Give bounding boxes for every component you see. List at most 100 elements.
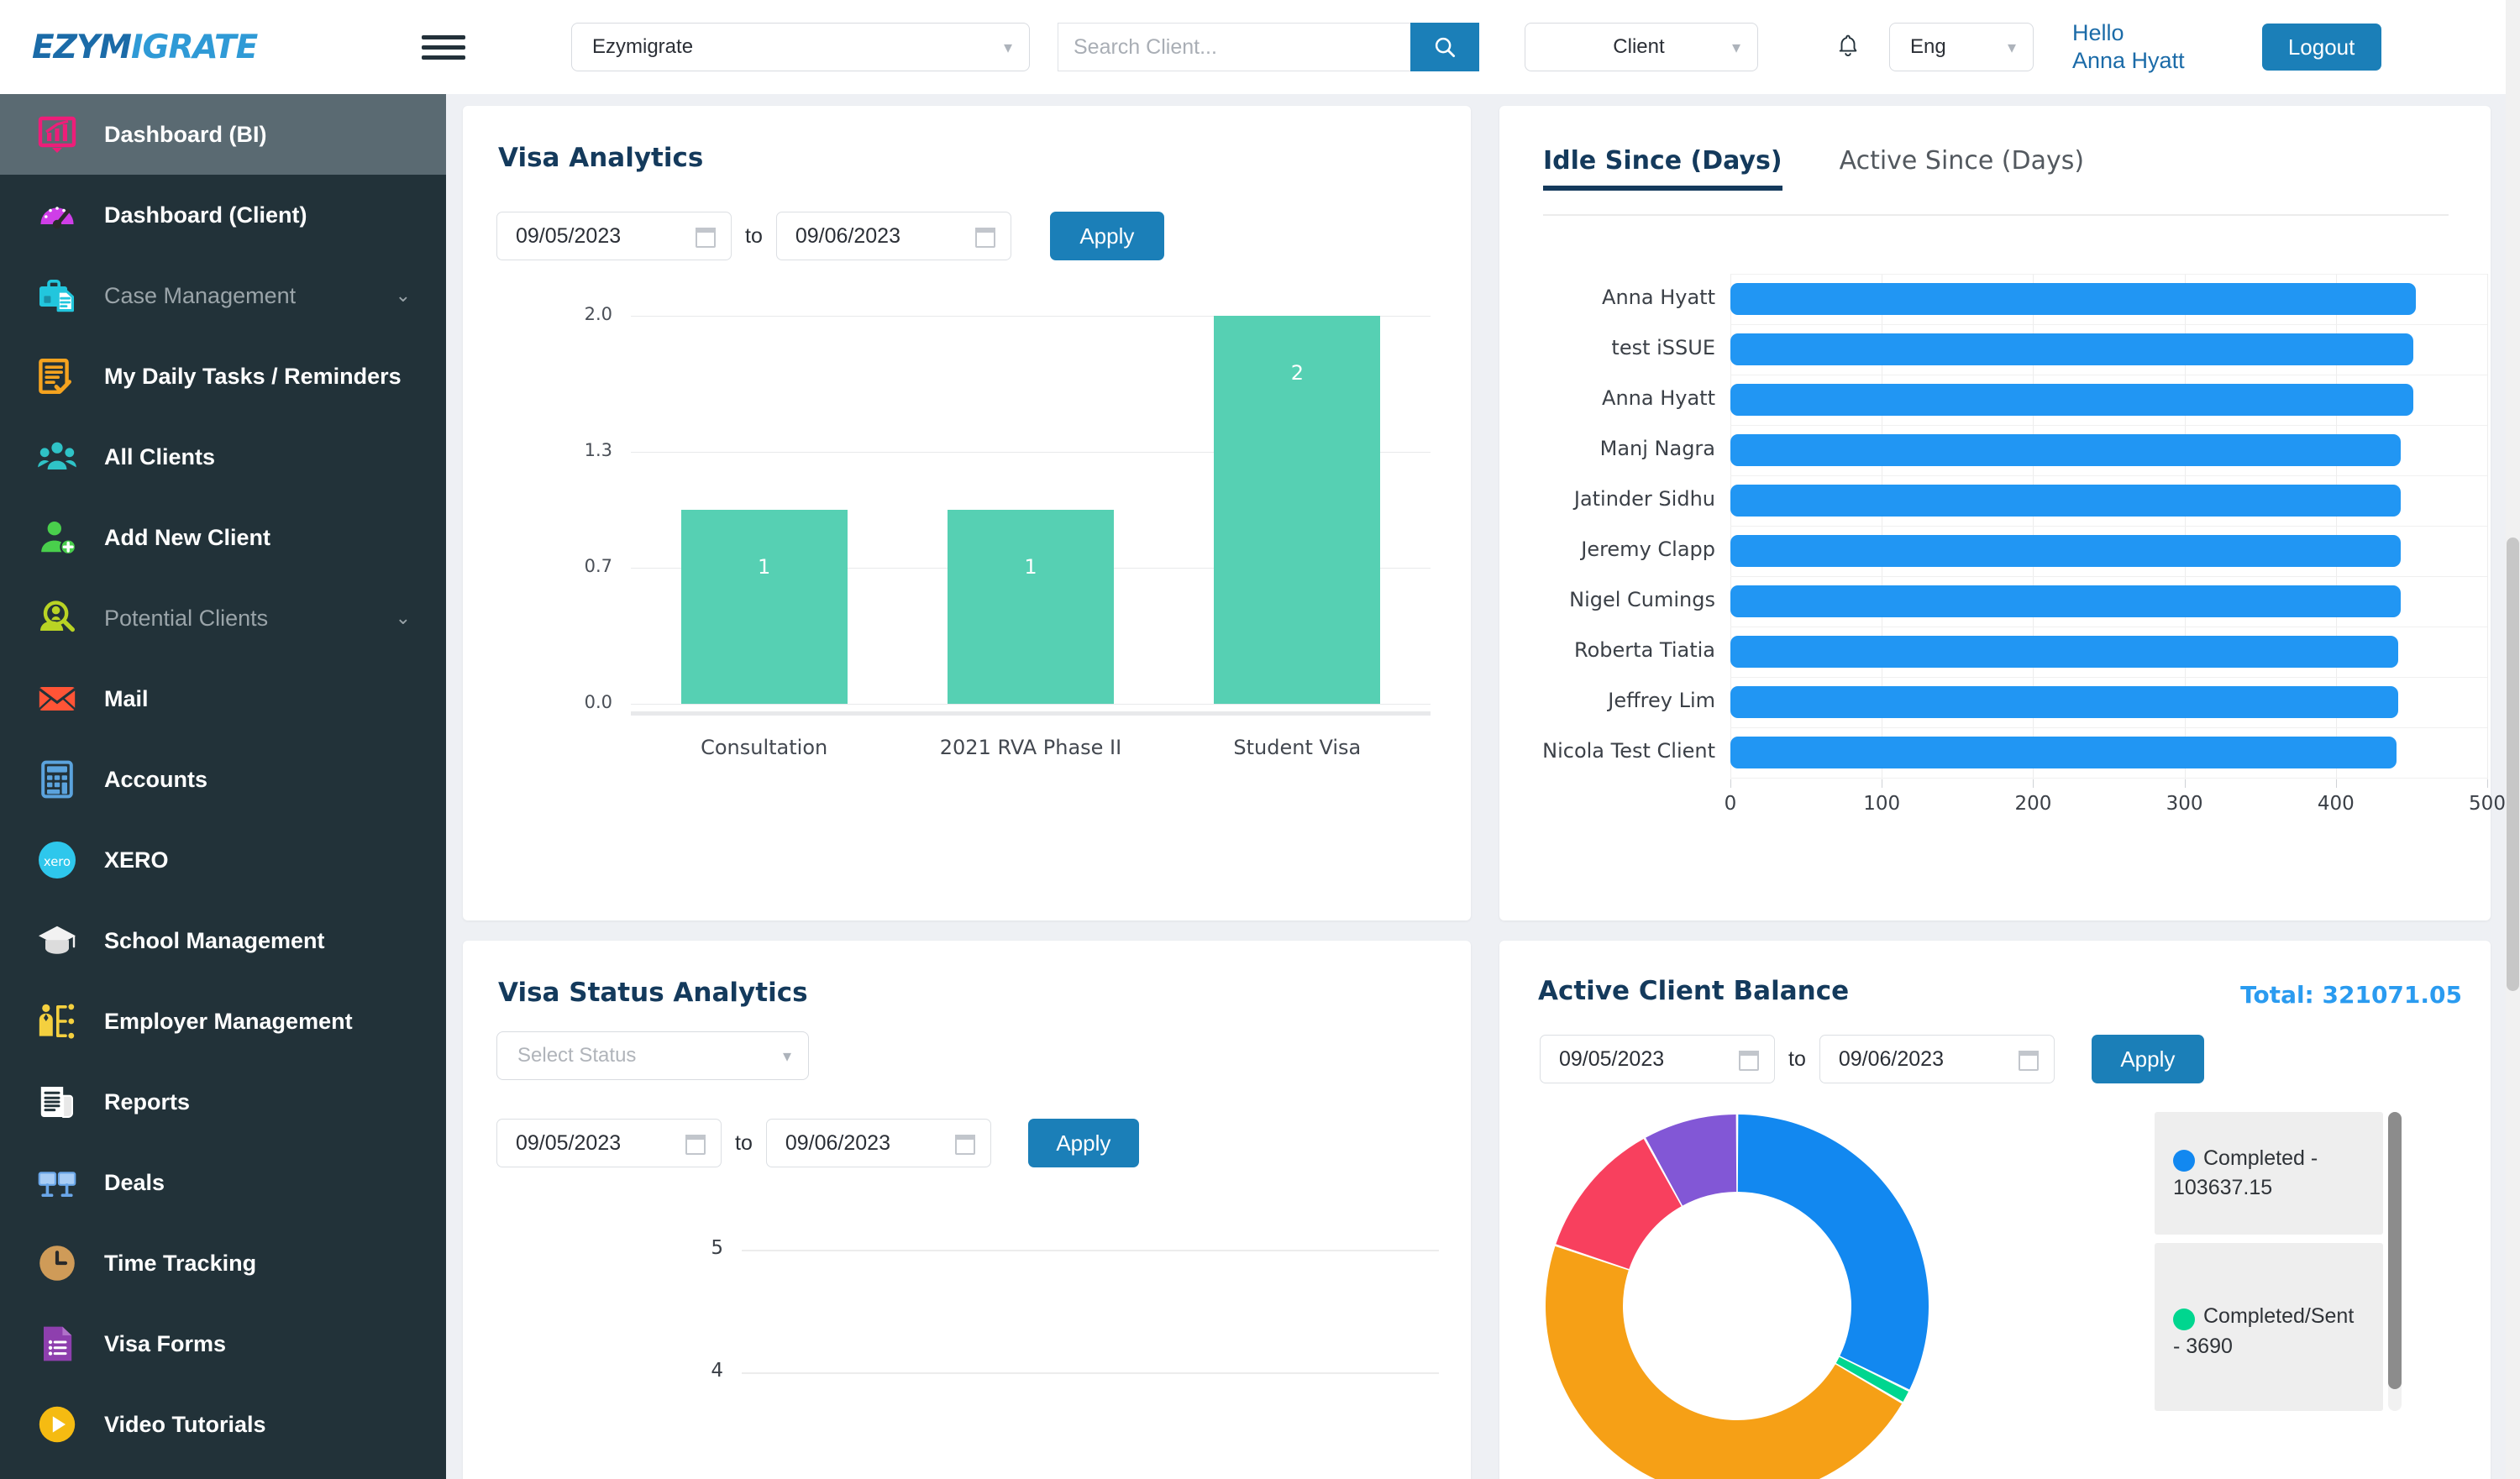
x-axis-tick-label: 300 [2166,793,2203,815]
visa-status-analytics-card: Visa Status Analytics Select Status ▾ 09… [463,941,1471,1479]
active-client-balance-card: Active Client Balance Total: 321071.05 0… [1499,941,2491,1479]
bar[interactable] [1730,737,2397,768]
legend-item[interactable]: Completed/Sent - 3690 [2155,1243,2383,1411]
logo-text: EZYMIGRATE [32,29,258,66]
bar[interactable] [1730,384,2413,416]
chevron-down-icon[interactable]: ⌄ [396,286,411,307]
svg-text:xero: xero [44,855,71,869]
sidebar-item-add-new-client[interactable]: Add New Client [0,497,446,578]
bar[interactable] [948,510,1114,704]
hamburger-icon[interactable] [422,29,465,66]
page-scrollbar-thumb[interactable] [2507,538,2519,991]
task-list-icon [35,354,79,398]
gauge-icon [35,193,79,237]
bar[interactable] [680,510,848,704]
user-greeting[interactable]: Hello Anna Hyatt [2072,19,2185,75]
xero-icon: xero [35,838,79,882]
play-circle-icon [35,1403,79,1446]
greeting-username: Anna Hyatt [2072,48,2185,73]
sidebar-item-case-management[interactable]: Case Management ⌄ [0,255,446,336]
calendar-header [1739,1051,1759,1056]
search-button[interactable] [1410,23,1479,71]
bar[interactable] [1730,434,2402,466]
sidebar-item-dashboard-bi[interactable]: Dashboard (BI) [0,94,446,175]
donut-slice[interactable] [1737,1114,1929,1390]
employer-icon [35,999,79,1043]
row-separator [1730,778,2487,779]
sidebar-item-label: Dashboard (BI) [104,121,267,147]
balance-date-to-input[interactable]: 09/06/2023 [1819,1035,2055,1083]
sidebar-item-my-daily-tasks-reminders[interactable]: My Daily Tasks / Reminders [0,336,446,417]
sidebar-item-label: XERO [104,847,169,873]
x-axis-line [631,711,1431,716]
sidebar-item-time-tracking[interactable]: Time Tracking [0,1223,446,1303]
row-separator [1730,425,2487,426]
company-select[interactable]: Ezymigrate ▾ [571,23,1030,71]
row-separator [1730,526,2487,527]
notifications-button[interactable] [1832,29,1864,66]
sidebar-item-visa-forms[interactable]: Visa Forms [0,1303,446,1384]
bar[interactable] [1730,283,2417,315]
y-axis-tick-label: Anna Hyatt [1602,386,1715,410]
x-axis-tick-label: 200 [2014,793,2052,815]
bar[interactable] [1730,485,2402,517]
sidebar-item-label: Video Tutorials [104,1411,266,1437]
row-separator [1730,677,2487,678]
sidebar-item-accounts[interactable]: Accounts [0,739,446,820]
briefcase-file-icon [35,274,79,317]
chevron-down-icon: ▾ [2007,37,2016,57]
row-separator [1730,727,2487,728]
y-axis-tick-label: Jatinder Sidhu [1573,487,1715,511]
handshake-board-icon [35,1161,79,1204]
bar[interactable] [1730,636,2398,668]
greeting-hello: Hello [2072,20,2124,46]
chevron-down-icon: ▾ [1003,37,1012,57]
row-separator [1730,274,2487,275]
chevron-down-icon[interactable]: ⌄ [396,608,411,629]
sidebar-item-label: Reports [104,1088,191,1114]
x-axis-tick-label: Student Visa [1233,736,1362,759]
bar[interactable] [1730,333,2413,365]
sidebar-item-label: Visa Forms [104,1330,227,1356]
y-axis-tick-label: Manj Nagra [1599,437,1715,460]
gridline [742,1372,1439,1374]
bar[interactable] [1730,535,2402,567]
x-axis-tick [2033,779,2034,788]
sidebar-item-all-clients[interactable]: All Clients [0,417,446,497]
sidebar-item-school-management[interactable]: School Management [0,900,446,981]
sidebar-item-mail[interactable]: Mail [0,658,446,739]
legend-item-content: Completed/Sent - 3690 [2173,1302,2365,1361]
sidebar-item-xero[interactable]: xero XERO [0,820,446,900]
calendar-header [2018,1051,2039,1056]
bar[interactable] [1730,686,2398,718]
sidebar-item-dashboard-client[interactable]: Dashboard (Client) [0,175,446,255]
search-input[interactable] [1058,23,1410,71]
balance-date-from-input[interactable]: 09/05/2023 [1540,1035,1775,1083]
legend-item[interactable]: Completed - 103637.15 [2155,1112,2383,1235]
sidebar-item-potential-clients[interactable]: Potential Clients ⌄ [0,578,446,658]
balance-legend: Completed - 103637.15 Completed/Sent - 36… [2155,1112,2415,1479]
sidebar-item-reports[interactable]: Reports [0,1062,446,1142]
balance-apply-button[interactable]: Apply [2091,1035,2204,1083]
balance-date-to-label: to [1788,1046,1806,1071]
y-axis-tick-label: 0.0 [584,692,612,712]
y-axis-tick-label: Anna Hyatt [1602,286,1715,309]
sidebar-item-label: Time Tracking [104,1250,257,1276]
logout-button[interactable]: Logout [2261,24,2381,71]
sidebar-item-deals[interactable]: Deals [0,1142,446,1223]
y-axis-tick-label: Roberta Tiatia [1574,638,1715,662]
search-type-select[interactable]: Client ▾ [1525,23,1758,71]
y-axis-tick-label: Nigel Cumings [1569,588,1715,611]
language-select[interactable]: Eng ▾ [1889,23,2034,71]
page-scrollbar-track[interactable] [2506,0,2520,1479]
y-axis-tick-label: 1.3 [584,439,612,460]
top-header-bar: EZYMIGRATE Ezymigrate ▾ Client ▾ Eng ▾ [0,0,2506,94]
bar[interactable] [1730,585,2402,617]
sidebar-item-employer-management[interactable]: Employer Management [0,981,446,1062]
y-axis-tick-label: Jeffrey Lim [1608,689,1715,712]
legend-scrollbar-thumb[interactable] [2388,1112,2402,1389]
language-select-value: Eng [1910,35,1946,58]
app-logo[interactable]: EZYMIGRATE [0,0,380,94]
sidebar-item-label: Case Management [104,282,297,308]
sidebar-item-video-tutorials[interactable]: Video Tutorials [0,1384,446,1465]
